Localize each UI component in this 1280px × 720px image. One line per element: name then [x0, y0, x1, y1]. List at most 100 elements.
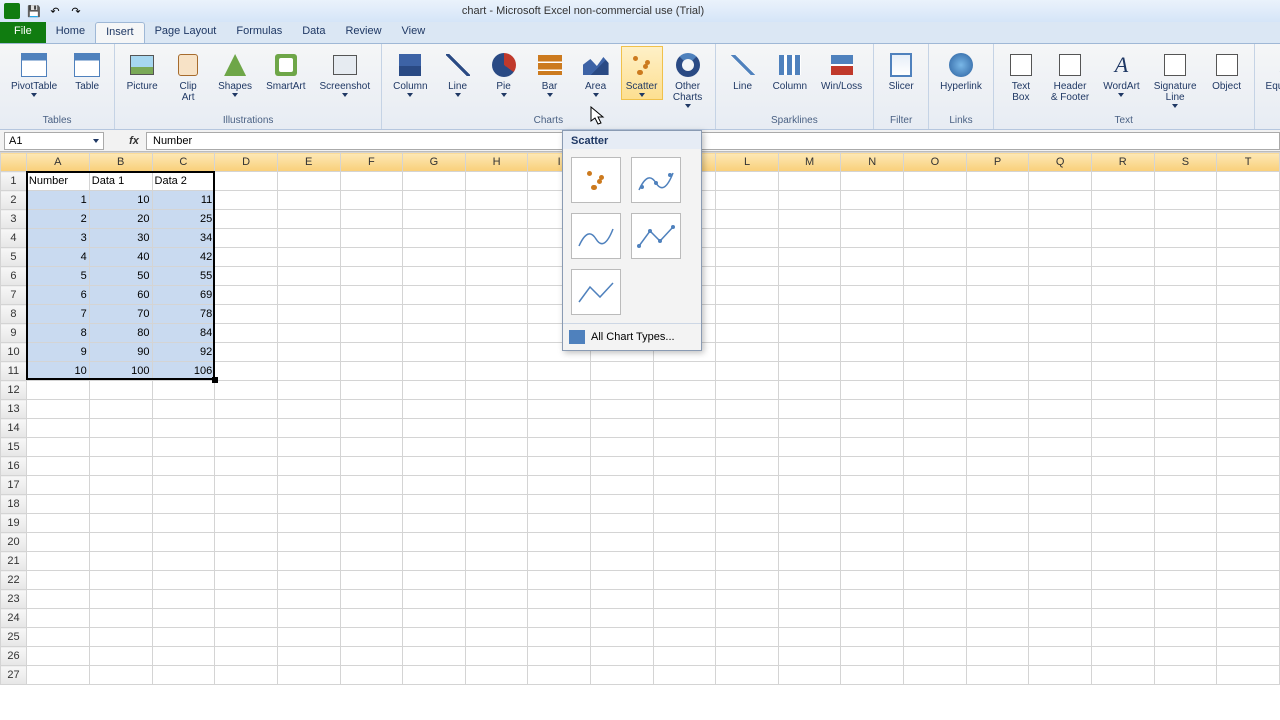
cell[interactable] [716, 628, 779, 647]
cell[interactable] [465, 210, 528, 229]
cell[interactable] [277, 267, 340, 286]
cell[interactable] [215, 400, 278, 419]
cell[interactable] [1029, 191, 1092, 210]
cell[interactable] [904, 609, 967, 628]
cell[interactable] [841, 210, 904, 229]
cell[interactable] [904, 324, 967, 343]
cell[interactable] [1217, 438, 1280, 457]
cell[interactable] [1029, 172, 1092, 191]
cell[interactable] [1029, 590, 1092, 609]
cell[interactable] [716, 362, 779, 381]
cell[interactable] [1217, 514, 1280, 533]
column-header[interactable]: G [403, 153, 466, 172]
cell[interactable] [1029, 400, 1092, 419]
cell[interactable] [89, 533, 152, 552]
cell[interactable] [340, 628, 403, 647]
cell[interactable] [528, 514, 591, 533]
cell[interactable] [277, 343, 340, 362]
cell[interactable]: 10 [89, 191, 152, 210]
cell[interactable] [277, 229, 340, 248]
cell[interactable] [89, 438, 152, 457]
cell[interactable] [841, 666, 904, 685]
cell[interactable] [26, 457, 89, 476]
cell[interactable]: 100 [89, 362, 152, 381]
cell[interactable] [403, 476, 466, 495]
cell[interactable] [215, 666, 278, 685]
cell[interactable] [778, 286, 841, 305]
cell[interactable]: 106 [152, 362, 215, 381]
cell[interactable] [465, 172, 528, 191]
cell[interactable] [966, 248, 1029, 267]
cell[interactable] [528, 457, 591, 476]
cell[interactable] [778, 324, 841, 343]
row-header[interactable]: 8 [1, 305, 27, 324]
row-header[interactable]: 7 [1, 286, 27, 305]
cell[interactable] [904, 590, 967, 609]
cell[interactable] [1029, 267, 1092, 286]
cell[interactable] [152, 628, 215, 647]
cell[interactable]: 8 [26, 324, 89, 343]
cell[interactable] [403, 609, 466, 628]
cell[interactable] [1217, 647, 1280, 666]
cell[interactable]: 80 [89, 324, 152, 343]
cell[interactable] [528, 381, 591, 400]
cell[interactable] [590, 514, 653, 533]
row-header[interactable]: 21 [1, 552, 27, 571]
cell[interactable] [340, 286, 403, 305]
cell[interactable] [1217, 172, 1280, 191]
cell[interactable] [215, 647, 278, 666]
cell[interactable] [277, 191, 340, 210]
cell[interactable] [653, 476, 716, 495]
cell[interactable] [1029, 457, 1092, 476]
cell[interactable] [403, 172, 466, 191]
cell[interactable] [152, 381, 215, 400]
cell[interactable] [1217, 552, 1280, 571]
pivottable-button[interactable]: PivotTable [6, 46, 62, 100]
cell[interactable] [778, 267, 841, 286]
scatter-smooth-markers[interactable] [631, 157, 681, 203]
cell[interactable] [841, 552, 904, 571]
cell[interactable] [1091, 324, 1154, 343]
cell[interactable] [277, 248, 340, 267]
cell[interactable] [465, 248, 528, 267]
cell[interactable] [653, 533, 716, 552]
cell[interactable] [528, 362, 591, 381]
cell[interactable] [215, 324, 278, 343]
row-header[interactable]: 17 [1, 476, 27, 495]
cell[interactable] [841, 362, 904, 381]
column-header[interactable]: Q [1029, 153, 1092, 172]
cell[interactable] [1091, 495, 1154, 514]
cell[interactable] [277, 609, 340, 628]
cell[interactable]: 2 [26, 210, 89, 229]
cell[interactable] [716, 647, 779, 666]
shapes-button[interactable]: Shapes [213, 46, 257, 100]
cell[interactable] [1154, 552, 1217, 571]
cell[interactable] [966, 666, 1029, 685]
scatter-smooth-lines[interactable] [571, 213, 621, 259]
cell[interactable] [841, 248, 904, 267]
cell[interactable] [340, 552, 403, 571]
cell[interactable] [966, 267, 1029, 286]
cell[interactable] [904, 343, 967, 362]
cell[interactable] [841, 590, 904, 609]
row-header[interactable]: 18 [1, 495, 27, 514]
cell[interactable] [26, 628, 89, 647]
cell[interactable] [778, 305, 841, 324]
cell[interactable] [403, 571, 466, 590]
cell[interactable] [590, 647, 653, 666]
row-header[interactable]: 26 [1, 647, 27, 666]
cell[interactable] [340, 172, 403, 191]
cell[interactable] [89, 400, 152, 419]
cell[interactable] [904, 533, 967, 552]
cell[interactable] [841, 609, 904, 628]
cell[interactable] [716, 666, 779, 685]
cell[interactable] [904, 514, 967, 533]
cell[interactable] [1154, 343, 1217, 362]
cell[interactable] [966, 590, 1029, 609]
column-header[interactable]: L [716, 153, 779, 172]
cell[interactable] [1154, 267, 1217, 286]
cell[interactable] [152, 571, 215, 590]
cell[interactable]: 10 [26, 362, 89, 381]
cell[interactable] [653, 552, 716, 571]
cell[interactable] [1217, 457, 1280, 476]
